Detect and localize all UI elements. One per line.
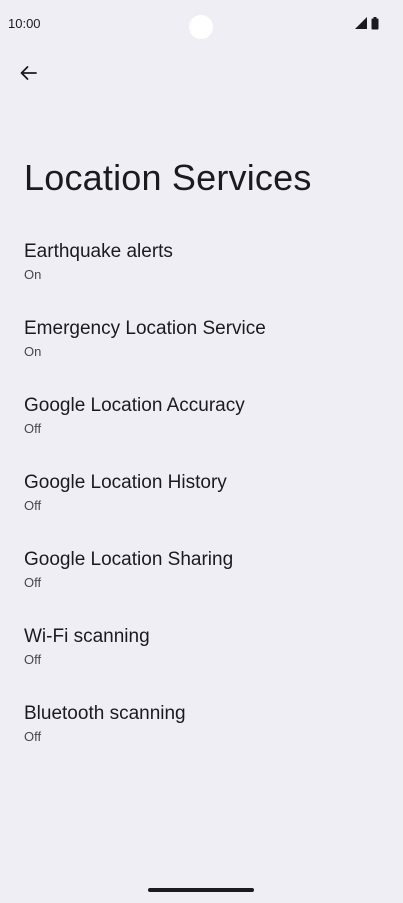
setting-summary: Off xyxy=(24,421,42,436)
setting-title: Google Location History xyxy=(24,472,227,493)
setting-summary: On xyxy=(24,344,42,359)
setting-google-location-history[interactable]: Google Location History Off xyxy=(0,463,403,540)
settings-list: Earthquake alerts On Emergency Location … xyxy=(0,232,403,771)
battery-icon xyxy=(371,16,379,30)
setting-title: Bluetooth scanning xyxy=(24,703,186,724)
signal-icon xyxy=(355,17,367,29)
setting-title: Google Location Accuracy xyxy=(24,395,245,416)
setting-title: Earthquake alerts xyxy=(24,241,173,262)
setting-earthquake-alerts[interactable]: Earthquake alerts On xyxy=(0,232,403,309)
setting-summary: Off xyxy=(24,729,42,744)
setting-bluetooth-scanning[interactable]: Bluetooth scanning Off xyxy=(0,694,403,771)
setting-google-location-sharing[interactable]: Google Location Sharing Off xyxy=(0,540,403,617)
page-title: Location Services xyxy=(24,157,312,198)
setting-emergency-location-service[interactable]: Emergency Location Service On xyxy=(0,309,403,386)
status-icons xyxy=(355,16,379,30)
status-bar: 10:00 xyxy=(0,0,403,48)
setting-title: Google Location Sharing xyxy=(24,549,234,570)
setting-summary: Off xyxy=(24,652,42,667)
setting-summary: On xyxy=(24,267,42,282)
status-time: 10:00 xyxy=(8,16,41,31)
setting-wifi-scanning[interactable]: Wi-Fi scanning Off xyxy=(0,617,403,694)
setting-title: Emergency Location Service xyxy=(24,318,266,339)
gesture-nav-handle[interactable] xyxy=(148,888,254,892)
setting-summary: Off xyxy=(24,575,42,590)
setting-google-location-accuracy[interactable]: Google Location Accuracy Off xyxy=(0,386,403,463)
arrow-back-icon xyxy=(19,64,37,87)
back-button[interactable] xyxy=(12,59,44,91)
camera-cutout xyxy=(189,15,213,39)
setting-summary: Off xyxy=(24,498,42,513)
setting-title: Wi-Fi scanning xyxy=(24,626,150,647)
